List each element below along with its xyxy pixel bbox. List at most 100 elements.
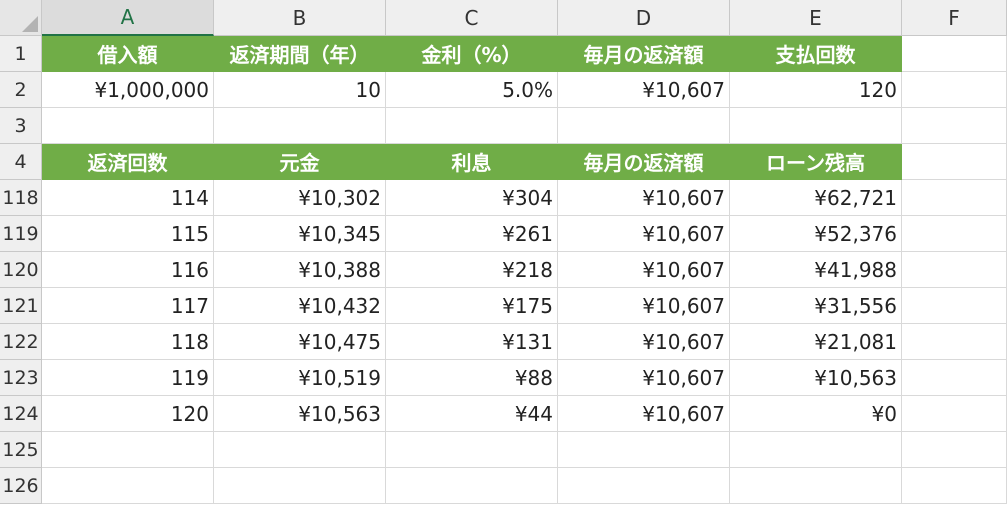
cell-d124[interactable]: ¥10,607 bbox=[558, 396, 730, 432]
cell-f123[interactable] bbox=[902, 360, 1007, 396]
cell-e2[interactable]: 120 bbox=[730, 72, 902, 108]
cell-f2[interactable] bbox=[902, 72, 1007, 108]
cell-d121[interactable]: ¥10,607 bbox=[558, 288, 730, 324]
cell-b119[interactable]: ¥10,345 bbox=[214, 216, 386, 252]
cell-b122[interactable]: ¥10,475 bbox=[214, 324, 386, 360]
cell-b126[interactable] bbox=[214, 468, 386, 504]
cell-a120[interactable]: 116 bbox=[42, 252, 214, 288]
cell-b124[interactable]: ¥10,563 bbox=[214, 396, 386, 432]
column-header-e[interactable]: E bbox=[730, 0, 902, 36]
cell-e120[interactable]: ¥41,988 bbox=[730, 252, 902, 288]
cell-c2[interactable]: 5.0% bbox=[386, 72, 558, 108]
cell-a121[interactable]: 117 bbox=[42, 288, 214, 324]
cell-d2[interactable]: ¥10,607 bbox=[558, 72, 730, 108]
cell-d3[interactable] bbox=[558, 108, 730, 144]
cell-c122[interactable]: ¥131 bbox=[386, 324, 558, 360]
cell-a1[interactable]: 借入額 bbox=[42, 36, 214, 72]
cell-b4[interactable]: 元金 bbox=[214, 144, 386, 180]
column-header-f[interactable]: F bbox=[902, 0, 1007, 36]
column-header-d[interactable]: D bbox=[558, 0, 730, 36]
cell-f4[interactable] bbox=[902, 144, 1007, 180]
cell-f126[interactable] bbox=[902, 468, 1007, 504]
column-header-c[interactable]: C bbox=[386, 0, 558, 36]
cell-e118[interactable]: ¥62,721 bbox=[730, 180, 902, 216]
select-all-button[interactable] bbox=[0, 0, 42, 36]
cell-a124[interactable]: 120 bbox=[42, 396, 214, 432]
cell-b121[interactable]: ¥10,432 bbox=[214, 288, 386, 324]
cell-c126[interactable] bbox=[386, 468, 558, 504]
cell-e122[interactable]: ¥21,081 bbox=[730, 324, 902, 360]
cell-b125[interactable] bbox=[214, 432, 386, 468]
cell-c123[interactable]: ¥88 bbox=[386, 360, 558, 396]
cell-f120[interactable] bbox=[902, 252, 1007, 288]
cell-e119[interactable]: ¥52,376 bbox=[730, 216, 902, 252]
select-all-triangle-icon bbox=[22, 16, 38, 32]
cell-f121[interactable] bbox=[902, 288, 1007, 324]
cell-b3[interactable] bbox=[214, 108, 386, 144]
cell-e124[interactable]: ¥0 bbox=[730, 396, 902, 432]
row-header-126[interactable]: 126 bbox=[0, 468, 42, 504]
cell-c4[interactable]: 利息 bbox=[386, 144, 558, 180]
cell-d125[interactable] bbox=[558, 432, 730, 468]
row-header-121[interactable]: 121 bbox=[0, 288, 42, 324]
cell-a123[interactable]: 119 bbox=[42, 360, 214, 396]
cell-f124[interactable] bbox=[902, 396, 1007, 432]
cell-c121[interactable]: ¥175 bbox=[386, 288, 558, 324]
cell-b123[interactable]: ¥10,519 bbox=[214, 360, 386, 396]
cell-a3[interactable] bbox=[42, 108, 214, 144]
row-header-123[interactable]: 123 bbox=[0, 360, 42, 396]
cell-e4[interactable]: ローン残高 bbox=[730, 144, 902, 180]
cell-d122[interactable]: ¥10,607 bbox=[558, 324, 730, 360]
cell-e125[interactable] bbox=[730, 432, 902, 468]
cell-f118[interactable] bbox=[902, 180, 1007, 216]
cell-d118[interactable]: ¥10,607 bbox=[558, 180, 730, 216]
cell-e121[interactable]: ¥31,556 bbox=[730, 288, 902, 324]
cell-b2[interactable]: 10 bbox=[214, 72, 386, 108]
row-header-1[interactable]: 1 bbox=[0, 36, 42, 72]
cell-c120[interactable]: ¥218 bbox=[386, 252, 558, 288]
column-header-b[interactable]: B bbox=[214, 0, 386, 36]
cell-d120[interactable]: ¥10,607 bbox=[558, 252, 730, 288]
row-header-119[interactable]: 119 bbox=[0, 216, 42, 252]
cell-a122[interactable]: 118 bbox=[42, 324, 214, 360]
row-header-118[interactable]: 118 bbox=[0, 180, 42, 216]
cell-d123[interactable]: ¥10,607 bbox=[558, 360, 730, 396]
row-header-125[interactable]: 125 bbox=[0, 432, 42, 468]
cell-a125[interactable] bbox=[42, 432, 214, 468]
cell-c3[interactable] bbox=[386, 108, 558, 144]
cell-d4[interactable]: 毎月の返済額 bbox=[558, 144, 730, 180]
cell-a118[interactable]: 114 bbox=[42, 180, 214, 216]
column-header-a[interactable]: A bbox=[42, 0, 214, 36]
row-header-124[interactable]: 124 bbox=[0, 396, 42, 432]
cell-d1[interactable]: 毎月の返済額 bbox=[558, 36, 730, 72]
row-header-120[interactable]: 120 bbox=[0, 252, 42, 288]
cell-e3[interactable] bbox=[730, 108, 902, 144]
cell-f1[interactable] bbox=[902, 36, 1007, 72]
cell-f125[interactable] bbox=[902, 432, 1007, 468]
cell-b120[interactable]: ¥10,388 bbox=[214, 252, 386, 288]
cell-f122[interactable] bbox=[902, 324, 1007, 360]
cell-f3[interactable] bbox=[902, 108, 1007, 144]
cell-d126[interactable] bbox=[558, 468, 730, 504]
cell-c119[interactable]: ¥261 bbox=[386, 216, 558, 252]
cell-e126[interactable] bbox=[730, 468, 902, 504]
cell-a4[interactable]: 返済回数 bbox=[42, 144, 214, 180]
row-header-122[interactable]: 122 bbox=[0, 324, 42, 360]
cell-f119[interactable] bbox=[902, 216, 1007, 252]
row-header-3[interactable]: 3 bbox=[0, 108, 42, 144]
cell-b1[interactable]: 返済期間（年） bbox=[214, 36, 386, 72]
cell-a2[interactable]: ¥1,000,000 bbox=[42, 72, 214, 108]
cell-c1[interactable]: 金利（%） bbox=[386, 36, 558, 72]
spreadsheet-grid[interactable]: A B C D E F 1 2 3 4 118 119 120 121 122 123 124 125 126 借入額… bbox=[0, 0, 1007, 506]
cell-e1[interactable]: 支払回数 bbox=[730, 36, 902, 72]
row-header-2[interactable]: 2 bbox=[0, 72, 42, 108]
cell-d119[interactable]: ¥10,607 bbox=[558, 216, 730, 252]
cell-b118[interactable]: ¥10,302 bbox=[214, 180, 386, 216]
cell-c118[interactable]: ¥304 bbox=[386, 180, 558, 216]
cell-a126[interactable] bbox=[42, 468, 214, 504]
cell-c124[interactable]: ¥44 bbox=[386, 396, 558, 432]
row-header-4[interactable]: 4 bbox=[0, 144, 42, 180]
cell-a119[interactable]: 115 bbox=[42, 216, 214, 252]
cell-c125[interactable] bbox=[386, 432, 558, 468]
cell-e123[interactable]: ¥10,563 bbox=[730, 360, 902, 396]
